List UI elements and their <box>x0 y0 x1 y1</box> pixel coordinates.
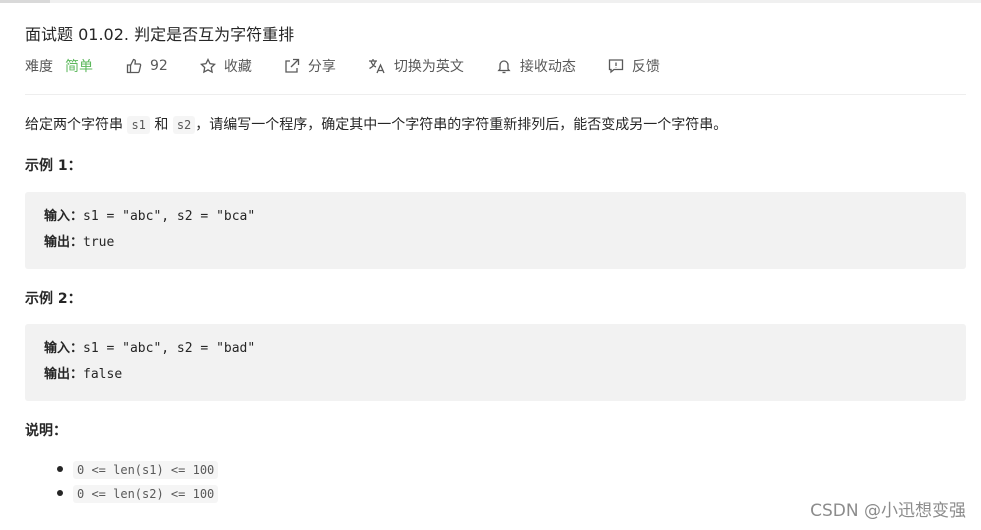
translate-icon <box>368 59 385 74</box>
constraint-s2: 0 <= len(s2) <= 100 <box>73 485 219 503</box>
list-item: 0 <= len(s1) <= 100 <box>56 458 219 482</box>
favorite-button[interactable]: 收藏 <box>199 56 252 76</box>
star-icon <box>199 58 216 74</box>
example-2-input: s1 = "abc", s2 = "bad" <box>83 341 256 356</box>
switch-language-button[interactable]: 切换为英文 <box>368 56 464 76</box>
example-2-block: 输入：s1 = "abc", s2 = "bad" 输出：false <box>25 324 966 401</box>
share-icon <box>285 58 299 73</box>
list-item: 0 <= len(s2) <= 100 <box>56 482 219 506</box>
notify-button[interactable]: 接收动态 <box>496 56 576 76</box>
example-1-input: s1 = "abc", s2 = "bca" <box>83 209 256 224</box>
input-label: 输入： <box>44 341 84 356</box>
like-count: 92 <box>150 58 168 74</box>
difficulty-value: 简单 <box>65 59 93 75</box>
input-label: 输入： <box>44 209 84 224</box>
output-label: 输出： <box>44 367 84 382</box>
feedback-label: 反馈 <box>631 59 660 75</box>
like-button[interactable]: 92 <box>126 58 168 74</box>
description-text: ，请编写一个程序，确定其中一个字符串的字符重新排列后，能否变成另一个字符串。 <box>195 117 728 133</box>
problem-title: 面试题 01.02. 判定是否互为字符重排 <box>25 25 295 44</box>
notify-label: 接收动态 <box>519 59 576 75</box>
example-2-heading: 示例 2： <box>25 291 82 307</box>
var-s1: s1 <box>127 116 150 134</box>
difficulty-label: 难度 <box>25 59 53 75</box>
constraint-s1: 0 <= len(s1) <= 100 <box>73 461 219 479</box>
var-s2: s2 <box>172 116 196 134</box>
switch-language-label: 切换为英文 <box>393 59 464 75</box>
example-2-output: false <box>83 367 123 382</box>
share-button[interactable]: 分享 <box>284 56 336 76</box>
example-1-heading: 示例 1： <box>25 158 82 174</box>
favorite-label: 收藏 <box>223 59 252 75</box>
notes-list: 0 <= len(s1) <= 100 0 <= len(s2) <= 100 <box>25 458 219 506</box>
share-label: 分享 <box>307 59 336 75</box>
feedback-button[interactable]: 反馈 <box>608 56 660 76</box>
output-label: 输出： <box>44 235 84 250</box>
example-1-block: 输入：s1 = "abc", s2 = "bca" 输出：true <box>25 192 966 269</box>
problem-description: 给定两个字符串 s1 和 s2 ，请编写一个程序，确定其中一个字符串的字符重新排列… <box>25 114 727 136</box>
thumbs-up-icon <box>126 58 142 74</box>
header-divider <box>25 94 966 95</box>
problem-meta-bar: 难度 简单 92 收藏 分享 切换为英文 接收动态 反馈 <box>25 55 692 77</box>
top-border <box>0 0 981 3</box>
example-1-output: true <box>83 235 115 250</box>
description-text: 给定两个字符串 <box>25 117 128 133</box>
notes-heading: 说明： <box>25 423 67 439</box>
bell-icon <box>497 60 511 74</box>
description-text: 和 <box>149 117 173 133</box>
feedback-icon <box>608 59 623 74</box>
csdn-watermark: CSDN @小迅想变强 <box>810 501 966 521</box>
